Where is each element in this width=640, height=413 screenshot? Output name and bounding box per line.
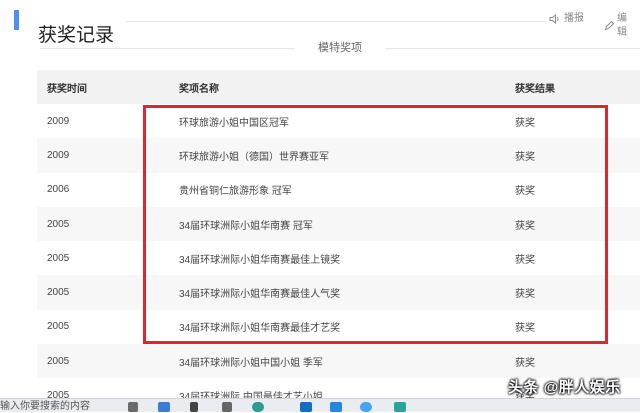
award-year: 2005 [37, 275, 169, 310]
table-row: 2005 34届环球洲际小姐华南赛最佳上镜奖 获奖 [37, 241, 640, 276]
taskbar: 输入你要搜索的内容 [0, 398, 640, 412]
header-award-result: 获奖结果 [505, 70, 640, 104]
award-name: 环球旅游小姐（德国）世界赛亚军 [169, 138, 505, 173]
title-accent-bar [14, 10, 19, 30]
award-result: 获奖 [505, 275, 640, 310]
table-row: 2009 环球旅游小姐中国区冠军 获奖 [37, 104, 640, 139]
table-row: 2005 34届环球洲际小姐华南赛最佳人气奖 获奖 [37, 275, 640, 310]
award-name: 34届环球洲际小姐华南赛 冠军 [169, 206, 505, 242]
award-name: 34届环球洲际小姐华南赛最佳上镜奖 [169, 241, 505, 276]
award-result: 获奖 [505, 138, 640, 173]
award-year: 2005 [37, 309, 169, 345]
taskbar-search-field[interactable]: 输入你要搜索的内容 [0, 401, 90, 412]
award-name: 34届环球洲际小姐华南赛最佳才艺奖 [169, 309, 505, 345]
play-button[interactable]: 播报 [549, 12, 584, 26]
table-row: 2006 贵州省铜仁旅游形象 冠军 获奖 [37, 172, 640, 207]
award-name: 环球旅游小姐中国区冠军 [169, 104, 505, 139]
award-result: 获奖 [505, 309, 640, 345]
award-year: 2005 [37, 241, 169, 276]
award-result: 获奖 [505, 104, 640, 139]
title-divider [126, 21, 546, 22]
subsection-title: 模特奖项 [318, 42, 362, 54]
table-row: 2009 环球旅游小姐（德国）世界赛亚军 获奖 [37, 138, 640, 173]
edit-button[interactable]: 编辑 [604, 12, 636, 40]
caption-rule-left [40, 48, 295, 49]
section-header: 获奖记录 播报 编辑 [14, 8, 636, 46]
table-row: 2005 34届环球洲际小姐华南赛最佳才艺奖 获奖 [37, 309, 640, 345]
award-result: 获奖 [505, 241, 640, 276]
award-result: 获奖 [505, 206, 640, 242]
table-row: 2005 34届环球洲际小姐华南赛 冠军 获奖 [37, 206, 640, 242]
caption-rule-right [385, 48, 640, 49]
award-year: 2005 [37, 206, 169, 242]
watermark-logo: 头条 @胖人娱乐 [508, 379, 621, 396]
award-result: 获奖 [505, 344, 640, 379]
table-header-row: 获奖时间 奖项名称 获奖结果 [37, 70, 640, 104]
header-award-name: 奖项名称 [169, 70, 505, 104]
header-award-year: 获奖时间 [37, 70, 169, 104]
award-year: 2009 [37, 138, 169, 173]
awards-table: 获奖时间 奖项名称 获奖结果 2009 环球旅游小姐中国区冠军 获奖 2009 … [37, 70, 640, 413]
award-name: 贵州省铜仁旅游形象 冠军 [169, 172, 505, 207]
award-result: 获奖 [505, 172, 640, 207]
award-name: 34届环球洲际小姐华南赛最佳人气奖 [169, 275, 505, 310]
subsection-caption: 模特奖项 [0, 40, 640, 56]
award-year: 2006 [37, 172, 169, 207]
award-year: 2009 [37, 104, 169, 139]
play-label: 播报 [564, 13, 584, 24]
pencil-icon [604, 21, 614, 31]
award-name: 34届环球洲际小姐中国小姐 季军 [169, 344, 505, 379]
edit-label: 编辑 [617, 13, 627, 38]
table-row: 2005 34届环球洲际小姐中国小姐 季军 获奖 [37, 344, 640, 379]
award-year: 2005 [37, 344, 169, 379]
speaker-icon [549, 14, 561, 24]
